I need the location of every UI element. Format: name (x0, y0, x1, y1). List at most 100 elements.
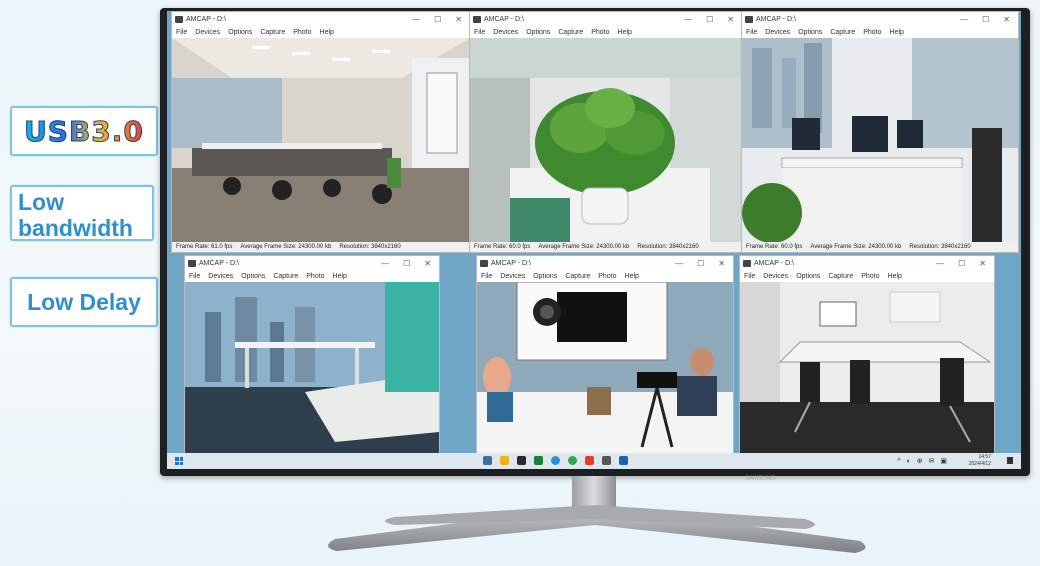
menu-options[interactable]: Options (241, 273, 265, 280)
menu-file[interactable]: File (744, 273, 755, 280)
city-window-scene-image (185, 282, 439, 454)
windows-start-icon[interactable] (175, 457, 183, 465)
edge-browser-icon[interactable] (551, 456, 560, 465)
menu-photo[interactable]: Photo (591, 29, 609, 36)
close-icon[interactable]: ✕ (424, 259, 431, 268)
window-title: AMCAP - D:\ (484, 15, 524, 23)
menu-file[interactable]: File (746, 29, 757, 36)
taskbar-app-icon[interactable] (585, 456, 594, 465)
amcap-window-6[interactable]: AMCAP - D:\ — ☐ ✕ File Devices Options Cap… (739, 255, 995, 455)
titlebar[interactable]: AMCAP - D:\ — ☐ ✕ (185, 256, 439, 270)
menu-options[interactable]: Options (533, 273, 557, 280)
minimize-icon[interactable]: — (960, 15, 968, 24)
low-bandwidth-line2: bandwidth (18, 215, 133, 241)
close-icon[interactable]: ✕ (727, 15, 734, 24)
menu-options[interactable]: Options (228, 29, 252, 36)
amcap-window-3[interactable]: AMCAP - D:\ — ☐ ✕ File Devices Options Cap… (741, 11, 1019, 253)
menu-bar: File Devices Options Capture Photo Help (185, 270, 439, 282)
menu-help[interactable]: Help (890, 29, 904, 36)
usb3-badge: USB3.0 (10, 106, 158, 156)
camera-app-icon (743, 259, 751, 267)
maximize-icon[interactable]: ☐ (982, 15, 989, 24)
tv-brand-label: SAMSUNG (745, 476, 776, 482)
amcap-window-4[interactable]: AMCAP - D:\ — ☐ ✕ File Devices Options Cap… (184, 255, 440, 455)
minimize-icon[interactable]: — (684, 15, 692, 24)
taskbar-app-icon[interactable] (534, 456, 543, 465)
menu-help[interactable]: Help (625, 273, 639, 280)
amcap-window-2[interactable]: AMCAP - D:\ — ☐ ✕ File Devices Options Cap… (469, 11, 743, 253)
menu-capture[interactable]: Capture (830, 29, 855, 36)
menu-options[interactable]: Options (526, 29, 550, 36)
taskbar-apps (483, 456, 628, 465)
maximize-icon[interactable]: ☐ (958, 259, 965, 268)
menu-help[interactable]: Help (320, 29, 334, 36)
titlebar[interactable]: AMCAP - D:\ — ☐ ✕ (742, 12, 1018, 26)
minimize-icon[interactable]: — (675, 259, 683, 268)
amcap-window-5[interactable]: AMCAP - D:\ — ☐ ✕ File Devices Options Cap… (476, 255, 734, 455)
close-icon[interactable]: ✕ (979, 259, 986, 268)
taskbar-app-icon[interactable] (619, 456, 628, 465)
notification-icon[interactable] (1007, 457, 1013, 464)
close-icon[interactable]: ✕ (718, 259, 725, 268)
titlebar[interactable]: AMCAP - D:\ — ☐ ✕ (477, 256, 733, 270)
file-explorer-icon[interactable] (500, 456, 509, 465)
maximize-icon[interactable]: ☐ (706, 15, 713, 24)
menu-file[interactable]: File (481, 273, 492, 280)
titlebar[interactable]: AMCAP - D:\ — ☐ ✕ (172, 12, 470, 26)
taskbar-app-icon[interactable] (483, 456, 492, 465)
menu-capture[interactable]: Capture (565, 273, 590, 280)
menu-bar: File Devices Options Capture Photo Help (742, 26, 1018, 38)
menu-photo[interactable]: Photo (598, 273, 616, 280)
window-title: AMCAP - D:\ (199, 259, 239, 267)
menu-file[interactable]: File (189, 273, 200, 280)
frame-rate-text: Frame Rate: 60.0 fps (746, 244, 803, 250)
clock-time: 14:57 (978, 454, 991, 460)
video-preview (470, 38, 742, 242)
menu-capture[interactable]: Capture (260, 29, 285, 36)
close-icon[interactable]: ✕ (1003, 15, 1010, 24)
system-tray-icons[interactable]: ^ ◐ ⊕ ✉ ▣ (897, 457, 949, 465)
menu-devices[interactable]: Devices (500, 273, 525, 280)
chrome-browser-icon[interactable] (568, 456, 577, 465)
maximize-icon[interactable]: ☐ (403, 259, 410, 268)
menu-help[interactable]: Help (618, 29, 632, 36)
taskbar: ^ ◐ ⊕ ✉ ▣ 14:57 2024/4/12 (167, 453, 1021, 469)
menu-capture[interactable]: Capture (273, 273, 298, 280)
titlebar[interactable]: AMCAP - D:\ — ☐ ✕ (470, 12, 742, 26)
video-preview (477, 281, 733, 454)
menu-devices[interactable]: Devices (195, 29, 220, 36)
low-delay-badge: Low Delay (10, 277, 158, 327)
frame-rate-text: Frame Rate: 60.0 fps (474, 244, 531, 250)
menu-photo[interactable]: Photo (861, 273, 879, 280)
menu-options[interactable]: Options (796, 273, 820, 280)
minimize-icon[interactable]: — (936, 259, 944, 268)
menu-devices[interactable]: Devices (763, 273, 788, 280)
menu-capture[interactable]: Capture (828, 273, 853, 280)
menu-help[interactable]: Help (333, 273, 347, 280)
minimize-icon[interactable]: — (412, 15, 420, 24)
maximize-icon[interactable]: ☐ (697, 259, 704, 268)
menu-photo[interactable]: Photo (863, 29, 881, 36)
menu-help[interactable]: Help (888, 273, 902, 280)
video-preview (172, 38, 470, 242)
menu-devices[interactable]: Devices (208, 273, 233, 280)
amcap-window-1[interactable]: AMCAP - D:\ — ☐ ✕ File Devices Options Cap… (171, 11, 471, 253)
menu-photo[interactable]: Photo (293, 29, 311, 36)
titlebar[interactable]: AMCAP - D:\ — ☐ ✕ (740, 256, 994, 270)
menu-devices[interactable]: Devices (493, 29, 518, 36)
minimize-icon[interactable]: — (381, 259, 389, 268)
avg-frame-size-text: Average Frame Size: 24300.00 kb (810, 244, 902, 250)
menu-photo[interactable]: Photo (306, 273, 324, 280)
menu-options[interactable]: Options (798, 29, 822, 36)
menu-file[interactable]: File (474, 29, 485, 36)
window-title: AMCAP - D:\ (754, 259, 794, 267)
menu-file[interactable]: File (176, 29, 187, 36)
close-icon[interactable]: ✕ (455, 15, 462, 24)
maximize-icon[interactable]: ☐ (434, 15, 441, 24)
taskbar-app-icon[interactable] (602, 456, 611, 465)
menu-capture[interactable]: Capture (558, 29, 583, 36)
taskbar-app-icon[interactable] (517, 456, 526, 465)
avg-frame-size-text: Average Frame Size: 24300.00 kb (240, 244, 332, 250)
menu-devices[interactable]: Devices (765, 29, 790, 36)
clock[interactable]: 14:57 2024/4/12 (969, 454, 991, 468)
